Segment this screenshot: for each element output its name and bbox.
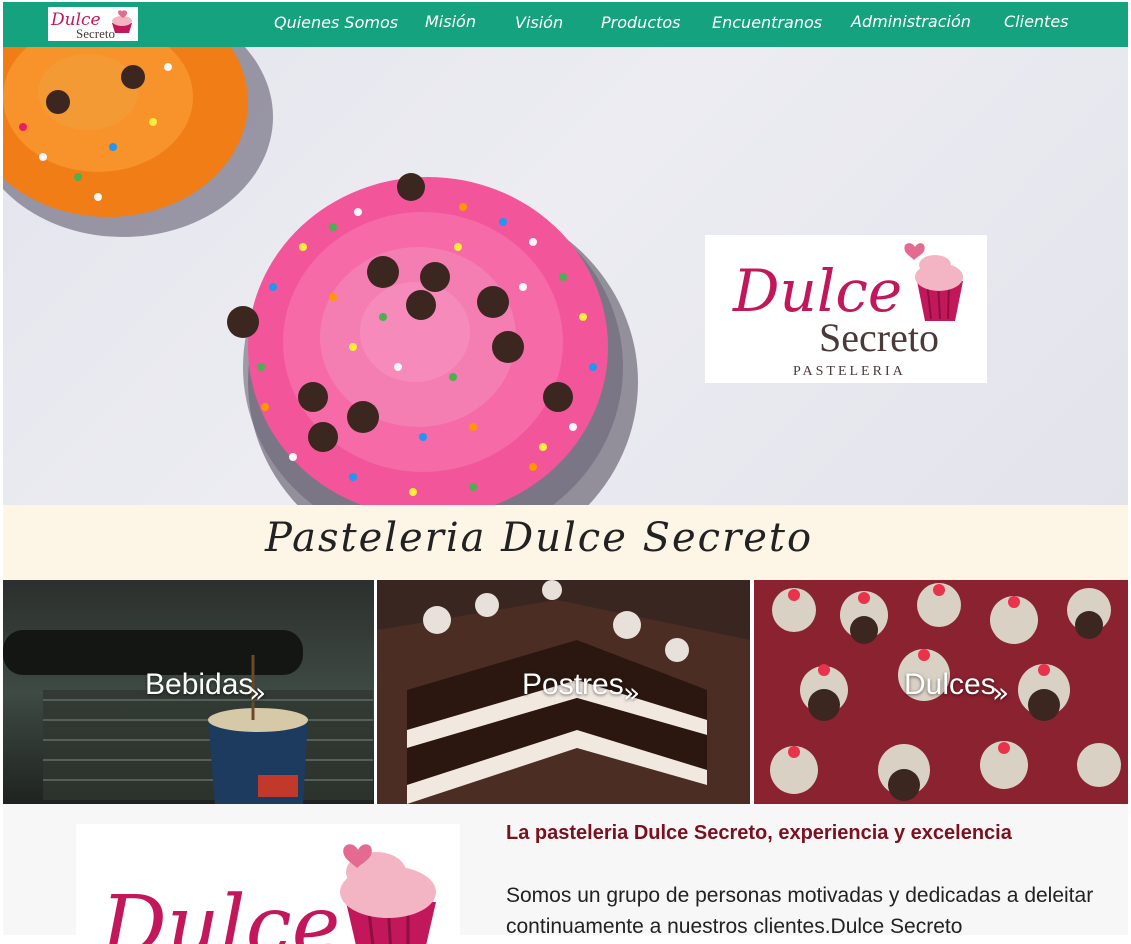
about-heading: La pasteleria Dulce Secreto, experiencia… [506,822,1012,844]
nav-item-quienes-somos[interactable]: Quienes Somos [274,13,398,32]
page-title: Pasteleria Dulce Secreto [265,515,814,561]
nav-logo-word-2: Secreto [76,26,115,41]
category-label-postres: Postres [522,668,624,701]
category-label-bebidas: Bebidas [145,668,254,701]
double-chevron-right-icon: » [992,676,1010,709]
nav-item-encuentranos[interactable]: Encuentranos [712,13,822,32]
title-band: Pasteleria Dulce Secreto [3,505,1128,580]
category-tile-postres[interactable]: Postres » [377,580,750,804]
nav-item-administracion[interactable]: Administración [851,12,971,31]
about-logo-word: Dulce [99,879,340,944]
about-brand-logo: Dulce [76,824,460,944]
category-tile-bebidas[interactable]: Bebidas » [3,580,374,804]
hero-brand-logo: Dulce Secreto PASTELERIA [705,235,987,383]
double-chevron-right-icon: » [249,676,267,709]
cupcake-icon [915,255,963,321]
nav-item-vision[interactable]: Visión [515,13,563,32]
about-paragraph: Somos un grupo de personas motivadas y d… [506,884,1094,938]
nav-item-productos[interactable]: Productos [601,13,681,32]
nav-item-mision[interactable]: Misión [425,12,476,31]
cupcake-icon [112,10,132,33]
hero-banner: Dulce Secreto PASTELERIA [3,47,1128,505]
about-section: Dulce La pasteleria Dulce Secreto, exper… [3,804,1128,944]
top-navbar: Dulce Secreto Quienes Somos Misión Visió… [3,2,1128,47]
nav-item-clientes[interactable]: Clientes [1004,12,1069,31]
hero-logo-tagline: PASTELERIA [793,364,906,379]
heart-icon [904,243,925,260]
category-tile-dulces[interactable]: Dulces » [754,580,1128,804]
category-label-dulces: Dulces [904,668,996,701]
nav-logo[interactable]: Dulce Secreto [48,7,138,41]
hero-logo-word-2: Secreto [819,315,939,360]
cupcake-icon [340,852,436,944]
double-chevron-right-icon: » [623,676,641,709]
